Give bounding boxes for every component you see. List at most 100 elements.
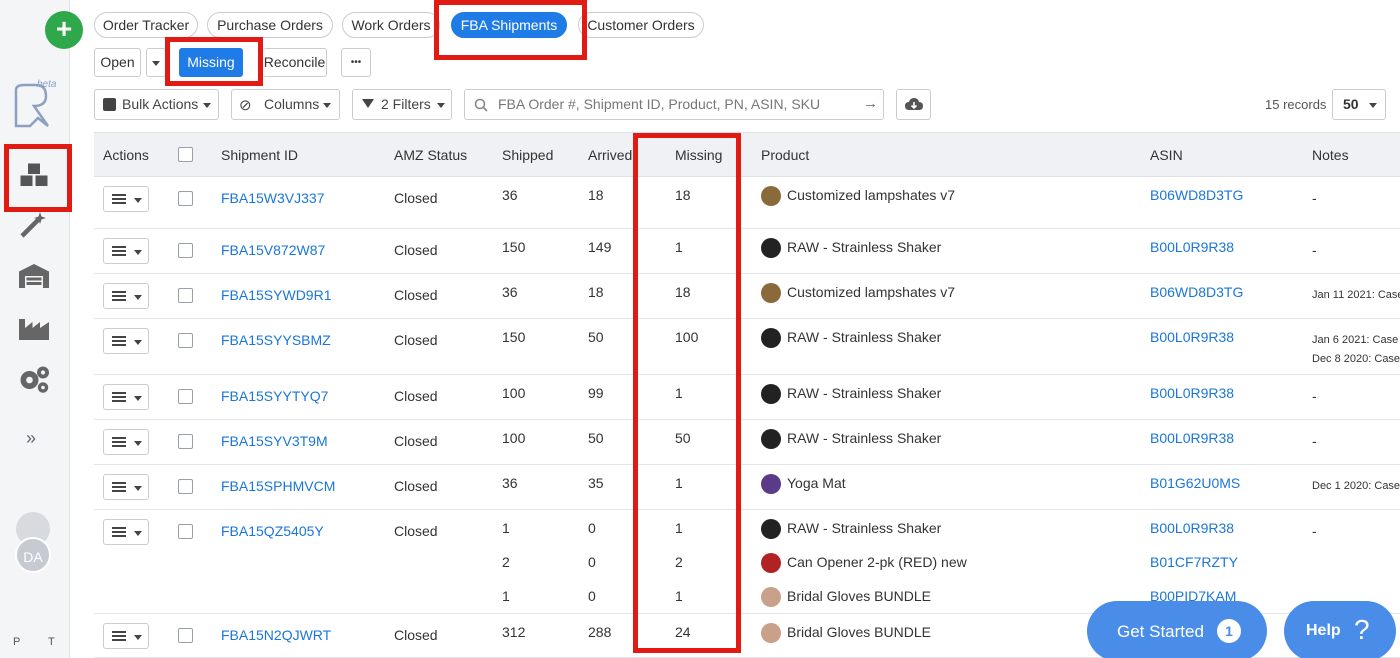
tab-customer-orders[interactable]: Customer Orders <box>578 12 704 38</box>
help-button[interactable]: Help ? <box>1284 601 1396 658</box>
header-product[interactable]: Product <box>761 147 809 163</box>
product-thumbnail <box>761 429 781 449</box>
warehouse-icon[interactable] <box>16 258 52 294</box>
magic-wand-icon[interactable] <box>16 206 52 242</box>
more-options-button[interactable]: ••• <box>341 48 371 77</box>
tab-work-orders[interactable]: Work Orders <box>342 12 440 38</box>
row-actions-menu-button[interactable] <box>103 474 149 500</box>
notes-text: - <box>1312 242 1317 258</box>
shipped-qty: 36 <box>502 284 518 300</box>
asin-link[interactable]: B00L0R9R38 <box>1150 430 1234 446</box>
header-asin[interactable]: ASIN <box>1150 147 1183 163</box>
open-filter-button[interactable]: Open <box>94 48 141 77</box>
settings-icon[interactable] <box>16 362 52 398</box>
chevron-down-icon <box>134 441 142 446</box>
shipment-id-link[interactable]: FBA15N2QJWRT <box>221 627 331 643</box>
per-page-select[interactable]: 50 <box>1332 89 1386 120</box>
records-count: 15 records <box>1265 97 1327 112</box>
row-actions-menu-button[interactable] <box>103 238 149 264</box>
row-actions-menu-button[interactable] <box>103 519 149 545</box>
row-checkbox[interactable] <box>178 191 193 206</box>
asin-link[interactable]: B01G62U0MS <box>1150 475 1240 491</box>
expand-sidebar-icon[interactable]: » <box>26 428 36 449</box>
chevron-down-icon <box>134 250 142 255</box>
chevron-down-icon <box>134 396 142 401</box>
asin-link[interactable]: B00L0R9R38 <box>1150 385 1234 401</box>
shipment-id-link[interactable]: FBA15SPHMVCM <box>221 478 335 494</box>
row-actions-menu-button[interactable] <box>103 623 149 649</box>
row-checkbox[interactable] <box>178 333 193 348</box>
row-checkbox[interactable] <box>178 524 193 539</box>
search-input[interactable]: FBA Order #, Shipment ID, Product, PN, A… <box>464 89 884 120</box>
shipment-id-link[interactable]: FBA15SYYSBMZ <box>221 332 331 348</box>
shipment-id-link[interactable]: FBA15QZ5405Y <box>221 523 324 539</box>
bulk-actions-button[interactable]: Bulk Actions <box>94 89 219 120</box>
header-shipped[interactable]: Shipped <box>502 147 553 163</box>
row-checkbox[interactable] <box>178 628 193 643</box>
tab-fba-shipments[interactable]: FBA Shipments <box>451 12 567 38</box>
row-actions-menu-button[interactable] <box>103 384 149 410</box>
row-checkbox[interactable] <box>178 288 193 303</box>
app-logo[interactable] <box>12 82 52 128</box>
missing-filter-button[interactable]: Missing <box>179 48 243 77</box>
asin-link[interactable]: B00L0R9R38 <box>1150 239 1234 255</box>
shipment-id-link[interactable]: FBA15SYV3T9M <box>221 433 328 449</box>
chevron-down-icon <box>323 103 331 108</box>
product-name: RAW - Strainless Shaker <box>787 329 942 345</box>
arrived-qty: 50 <box>588 430 604 446</box>
table-row: FBA15SYWD9R1 Closed 36 18 18 Customized lamps… <box>94 274 1400 319</box>
columns-label: Columns <box>264 96 320 112</box>
asin-link[interactable]: B06WD8D3TG <box>1150 187 1243 203</box>
chevron-down-icon <box>134 295 142 300</box>
chevron-down-icon <box>437 103 445 108</box>
header-shipment-id[interactable]: Shipment ID <box>221 147 298 163</box>
row-actions-menu-button[interactable] <box>103 429 149 455</box>
asin-link[interactable]: B06WD8D3TG <box>1150 284 1243 300</box>
row-checkbox[interactable] <box>178 479 193 494</box>
row-checkbox[interactable] <box>178 243 193 258</box>
product-name: RAW - Strainless Shaker <box>787 385 942 401</box>
row-checkbox[interactable] <box>178 389 193 404</box>
submit-arrow-icon[interactable]: → <box>863 95 878 112</box>
select-all-checkbox[interactable] <box>178 147 193 162</box>
amz-status: Closed <box>394 242 438 258</box>
shipments-table: Actions Shipment ID AMZ Status Shipped A… <box>94 132 1400 658</box>
header-notes[interactable]: Notes <box>1312 147 1349 163</box>
shipment-id-link[interactable]: FBA15V872W87 <box>221 242 325 258</box>
shipment-id-link[interactable]: FBA15SYYTYQ7 <box>221 388 328 404</box>
asin-link[interactable]: B01CF7RZTY <box>1150 554 1238 570</box>
header-arrived[interactable]: Arrived <box>588 147 632 163</box>
notes-text: - <box>1312 433 1317 449</box>
row-actions-menu-button[interactable] <box>103 186 149 212</box>
tab-purchase-orders[interactable]: Purchase Orders <box>207 12 333 38</box>
notes-text: Jan 11 2021: Case <box>1312 289 1400 301</box>
amz-status: Closed <box>394 478 438 494</box>
product-thumbnail <box>761 623 781 643</box>
open-dropdown-toggle[interactable] <box>146 48 166 77</box>
row-actions-menu-button[interactable] <box>103 283 149 309</box>
header-actions: Actions <box>103 147 149 163</box>
factory-icon[interactable] <box>16 310 52 346</box>
get-started-badge: 1 <box>1217 619 1241 643</box>
user-initials-avatar[interactable]: DA <box>15 537 51 573</box>
filters-button[interactable]: 2 Filters <box>352 89 452 120</box>
asin-link[interactable]: B00L0R9R38 <box>1150 329 1234 345</box>
add-button[interactable]: + <box>45 11 83 49</box>
table-row: FBA15SYYTYQ7 Closed 100 99 1 RAW - Strainless… <box>94 375 1400 420</box>
cloud-download-button[interactable] <box>896 89 931 120</box>
asin-link[interactable]: B00L0R9R38 <box>1150 520 1234 536</box>
chevron-down-icon <box>134 198 142 203</box>
reconcile-filter-button[interactable]: Reconcile <box>263 48 327 77</box>
shipment-id-link[interactable]: FBA15W3VJ337 <box>221 190 325 206</box>
tab-order-tracker[interactable]: Order Tracker <box>94 12 198 38</box>
question-icon: ? <box>1354 614 1370 645</box>
arrived-qty: 50 <box>588 329 604 345</box>
amz-status: Closed <box>394 523 438 539</box>
get-started-button[interactable]: Get Started 1 <box>1087 601 1267 658</box>
header-amz-status[interactable]: AMZ Status <box>394 147 467 163</box>
columns-button[interactable]: ⊘ Columns <box>231 89 340 120</box>
shipment-id-link[interactable]: FBA15SYWD9R1 <box>221 287 331 303</box>
row-actions-menu-button[interactable] <box>103 328 149 354</box>
amz-status: Closed <box>394 627 438 643</box>
row-checkbox[interactable] <box>178 434 193 449</box>
